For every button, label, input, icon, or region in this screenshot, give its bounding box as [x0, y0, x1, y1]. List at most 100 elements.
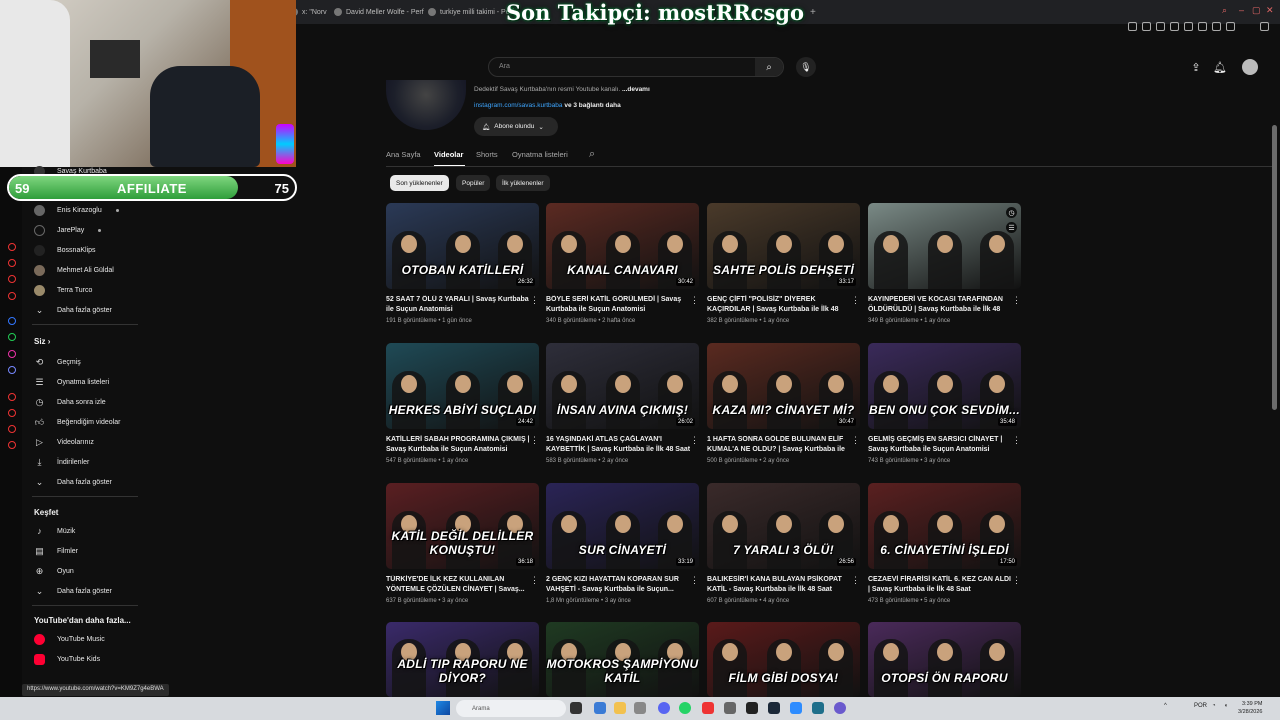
video-thumbnail[interactable]: ADLİ TIP RAPORU NE DİYOR?	[386, 622, 539, 697]
search-icon[interactable]: ⌕	[1222, 5, 1227, 16]
more-options-icon[interactable]: ⋮	[851, 575, 860, 586]
instagram-link[interactable]: instagram.com/savas.kurtbaba	[474, 102, 563, 109]
wifi-icon[interactable]: ◔	[1212, 703, 1216, 709]
instagram-icon[interactable]	[8, 350, 16, 358]
more-options-icon[interactable]: ⋮	[690, 435, 699, 446]
discord-icon[interactable]	[658, 702, 670, 714]
minimize-icon[interactable]: –	[1239, 5, 1244, 15]
video-thumbnail[interactable]: KANAL CANAVARI 30:42	[546, 203, 699, 289]
bell-icon[interactable]: 🔔︎	[1213, 60, 1227, 74]
video-title[interactable]: BALIKESİR'İ KANA BULAYAN PSİKOPAT KATİL …	[707, 575, 852, 595]
channel-search-icon[interactable]: ⌕	[589, 148, 595, 161]
shield-icon[interactable]	[1156, 22, 1165, 31]
subscription-item[interactable]: Enis Kirazoglu	[34, 203, 119, 217]
more-options-icon[interactable]: ⋮	[851, 435, 860, 446]
close-icon[interactable]: ✕	[1266, 5, 1274, 16]
strip-dot-icon[interactable]	[8, 259, 16, 267]
wallet-icon[interactable]	[1212, 22, 1221, 31]
video-thumbnail[interactable]: İNSAN AVINA ÇIKMIŞ! 26:02	[546, 343, 699, 429]
settings-icon[interactable]	[8, 441, 16, 449]
channel-description[interactable]: Dedektif Savaş Kurtbaba'nın resmi Youtub…	[474, 86, 650, 93]
more-options-icon[interactable]: ⋮	[530, 435, 539, 446]
video-thumbnail[interactable]: KAZA MI? CİNAYET Mİ? 30:47	[707, 343, 860, 429]
strip-dot-icon[interactable]	[8, 409, 16, 417]
video-title[interactable]: KAYINPEDERİ VE KOCASI TARAFINDAN ÖLDÜRÜL…	[868, 295, 1013, 315]
video-thumbnail[interactable]: OTOPSİ ÖN RAPORU	[868, 622, 1021, 697]
siz-section-header[interactable]: Siz ›	[34, 337, 50, 346]
sidebar-item-music[interactable]: ♪ Müzik	[34, 524, 75, 538]
subscribed-button[interactable]: 🔔︎ Abone olundu ⌄	[474, 117, 558, 136]
chip-latest[interactable]: Son yüklenenler	[390, 175, 449, 191]
sidebar-item-movies[interactable]: ▤ Filmler	[34, 544, 78, 558]
video-thumbnail[interactable]: MOTOKROS ŞAMPİYONU KATİL	[546, 622, 699, 697]
show-more-subscriptions[interactable]: ⌄ Daha fazla göster	[34, 303, 112, 317]
history-icon[interactable]	[1184, 22, 1193, 31]
tab-playlists[interactable]: Oynatma listeleri	[512, 150, 568, 159]
messenger-icon[interactable]	[8, 317, 16, 325]
tray-chevron-icon[interactable]: ^	[1164, 703, 1167, 709]
video-thumbnail[interactable]: HERKES ABİYİ SUÇLADI 24:42	[386, 343, 539, 429]
more-options-icon[interactable]: ⋮	[1012, 575, 1021, 586]
tab-shorts[interactable]: Shorts	[476, 150, 498, 159]
search-input[interactable]: Ara	[499, 63, 510, 70]
strip-dot-icon[interactable]	[8, 393, 16, 401]
taskbar-clock[interactable]: 3:39 PM 3/28/2026	[1238, 700, 1262, 716]
video-thumbnail[interactable]: KATİL DEĞİL DELİLLER KONUŞTU! 36:18	[386, 483, 539, 569]
sidebar-item-show-more[interactable]: ⌄ Daha fazla göster	[34, 584, 112, 598]
strip-dot-icon[interactable]	[8, 292, 16, 300]
microphone-icon[interactable]: 🎙︎	[796, 57, 816, 77]
video-title[interactable]: CEZAEVİ FİRARİSİ KATİL 6. KEZ CAN ALDI |…	[868, 575, 1013, 595]
search-icon[interactable]: ⌕	[755, 58, 783, 76]
video-title[interactable]: GENÇ ÇİFTİ "POLİSİZ" DİYEREK KAÇIRDILAR …	[707, 295, 852, 315]
strip-dot-icon[interactable]	[8, 275, 16, 283]
new-tab-button[interactable]: +	[810, 4, 816, 20]
description-more-link[interactable]: ...devamı	[622, 86, 650, 93]
browser-tab[interactable]: turkiye milli takimi - Perf	[428, 4, 514, 20]
strip-dot-icon[interactable]	[8, 243, 16, 251]
opera-icon[interactable]	[702, 702, 714, 714]
video-thumbnail[interactable]: ◷ ☰	[868, 203, 1021, 289]
watch-later-icon[interactable]: ◷	[1006, 207, 1017, 218]
video-title[interactable]: KATİLLERİ SABAH PROGRAMINA ÇIKMIŞ | Sava…	[386, 435, 531, 455]
sidebar-item-playlists[interactable]: ☰ Oynatma listeleri	[34, 375, 109, 389]
whatsapp-icon[interactable]	[679, 702, 691, 714]
more-options-icon[interactable]: ⋮	[1012, 295, 1021, 306]
sidebar-item-your-videos[interactable]: ▷ Videolarınız	[34, 435, 94, 449]
subscription-item[interactable]: JarePlay	[34, 223, 102, 237]
maximize-icon[interactable]: ▢	[1252, 5, 1261, 16]
app-icon[interactable]	[634, 702, 646, 714]
discord-icon[interactable]	[8, 366, 16, 374]
add-to-queue-icon[interactable]: ☰	[1006, 222, 1017, 233]
app-icon[interactable]	[724, 702, 736, 714]
video-title[interactable]: GELMİŞ GEÇMİŞ EN SARSICI CİNAYET | Savaş…	[868, 435, 1013, 455]
menu-icon[interactable]	[1260, 22, 1269, 31]
browser-tab[interactable]: David Meller Wolfe - Perf	[334, 4, 424, 20]
video-thumbnail[interactable]: BEN ONU ÇOK SEVDİM... 35:48	[868, 343, 1021, 429]
file-explorer-icon[interactable]	[614, 702, 626, 714]
chip-oldest[interactable]: İlk yüklenenler	[496, 175, 550, 191]
subscription-item[interactable]: Mehmet Ali Güldal	[34, 263, 114, 277]
edge-icon[interactable]	[594, 702, 606, 714]
bookmark-icon[interactable]	[1128, 22, 1137, 31]
sidebar-item-gaming[interactable]: ⊕ Oyun	[34, 564, 74, 578]
more-options-icon[interactable]: ⋮	[530, 575, 539, 586]
page-scrollbar[interactable]	[1272, 125, 1277, 410]
video-thumbnail[interactable]: 6. CİNAYETİNİ İŞLEDİ 17:50	[868, 483, 1021, 569]
steam-icon[interactable]	[768, 702, 780, 714]
video-thumbnail[interactable]: SAHTE POLİS DEHŞETİ 33:17	[707, 203, 860, 289]
sidebar-item-history[interactable]: ⟲ Geçmiş	[34, 355, 81, 369]
video-thumbnail[interactable]: SUR CİNAYETİ 33:19	[546, 483, 699, 569]
volume-icon[interactable]: ◖	[1224, 703, 1228, 709]
more-options-icon[interactable]: ⋮	[1012, 435, 1021, 446]
avatar[interactable]	[1242, 59, 1258, 75]
sidebar-item-downloads[interactable]: ⤓ İndirilenler	[34, 455, 90, 469]
video-thumbnail[interactable]: OTOBAN KATİLLERİ 26:32	[386, 203, 539, 289]
more-options-icon[interactable]: ⋮	[851, 295, 860, 306]
subscription-item[interactable]: BossnaKlips	[34, 243, 96, 257]
upload-icon[interactable]: ⇪	[1189, 60, 1203, 74]
video-title[interactable]: BÖYLE SERİ KATİL GÖRÜLMEDİ | Savaş Kurtb…	[546, 295, 691, 315]
tab-home[interactable]: Ana Sayfa	[386, 150, 421, 159]
sidebar-item-youtube-kids[interactable]: YouTube Kids	[34, 652, 100, 666]
video-title[interactable]: 1 HAFTA SONRA GÖLDE BULUNAN ELİF KUMAL'A…	[707, 435, 852, 455]
sidebar-item-show-more[interactable]: ⌄ Daha fazla göster	[34, 475, 112, 489]
